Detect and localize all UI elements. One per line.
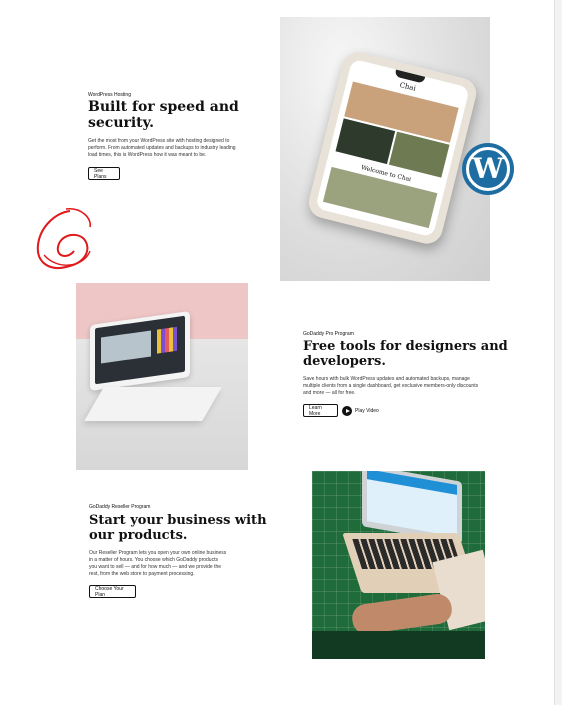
section-heading: Start your business with our products. [89,513,267,543]
color-palette [157,326,177,354]
hands [350,592,454,636]
body-line: Our Reseller Program lets you open your … [89,550,227,556]
section-heading: Free tools for designers and developers. [303,339,508,369]
learn-more-button[interactable]: Learn More [303,404,338,417]
laptop-screen [367,471,457,537]
heading-line: security. [88,114,155,131]
play-icon[interactable] [342,406,352,416]
body-line: in a matter of hours. You choose which G… [89,557,218,563]
body-line: multiple clients from a single dashboard… [303,383,479,389]
screen-header [367,471,457,495]
pro-laptop-image [76,283,248,470]
section-body: Save hours with bulk WordPress updates a… [303,376,493,397]
mat-edge [312,631,485,659]
laptop-screen [95,315,185,385]
section-eyebrow: WordPress Hosting [88,92,131,98]
heading-line: Start your business with [89,513,267,528]
section-eyebrow: GoDaddy Pro Program [303,331,354,337]
section-body: Our Reseller Program lets you open your … [89,550,249,578]
laptop-lid [90,310,190,392]
section-body: Get the most from your WordPress site wi… [88,138,248,159]
heading-line: Free tools for designers and [303,339,508,354]
section-heading: Built for speed and security. [88,99,239,131]
choose-your-plan-button[interactable]: Choose Your Plan [89,585,136,598]
heading-line: our products. [89,527,188,543]
body-line: load times, this is WordPress how it was… [88,152,207,158]
section-eyebrow: GoDaddy Reseller Program [89,504,151,510]
body-line: Get the most from your WordPress site wi… [88,138,230,144]
body-line: you want to sell — and for how much — an… [89,564,222,570]
laptop-base [84,387,222,421]
body-line: and more — all for free. [303,390,356,396]
play-video-link[interactable]: Play Video [355,408,379,414]
annotation-scribble-icon [36,208,91,269]
wordpress-ring: W [466,147,510,191]
phone-screen: Chai Welcome to Chai [315,58,470,238]
page-edge [554,0,562,705]
body-line: rest, from the web store to payment proc… [89,571,195,577]
see-plans-button[interactable]: See Plans [88,167,120,180]
wordpress-logo-icon: W [462,143,514,195]
reseller-laptop-image [312,471,485,659]
body-line: perform. From automated updates and back… [88,145,236,151]
body-line: Save hours with bulk WordPress updates a… [303,376,470,382]
screen-preview [101,330,151,364]
heading-line: developers. [303,353,386,369]
hosting-phone-image: Chai Welcome to Chai [280,17,490,281]
heading-line: Built for speed and [88,99,239,115]
phone-device: Chai Welcome to Chai [305,48,480,248]
